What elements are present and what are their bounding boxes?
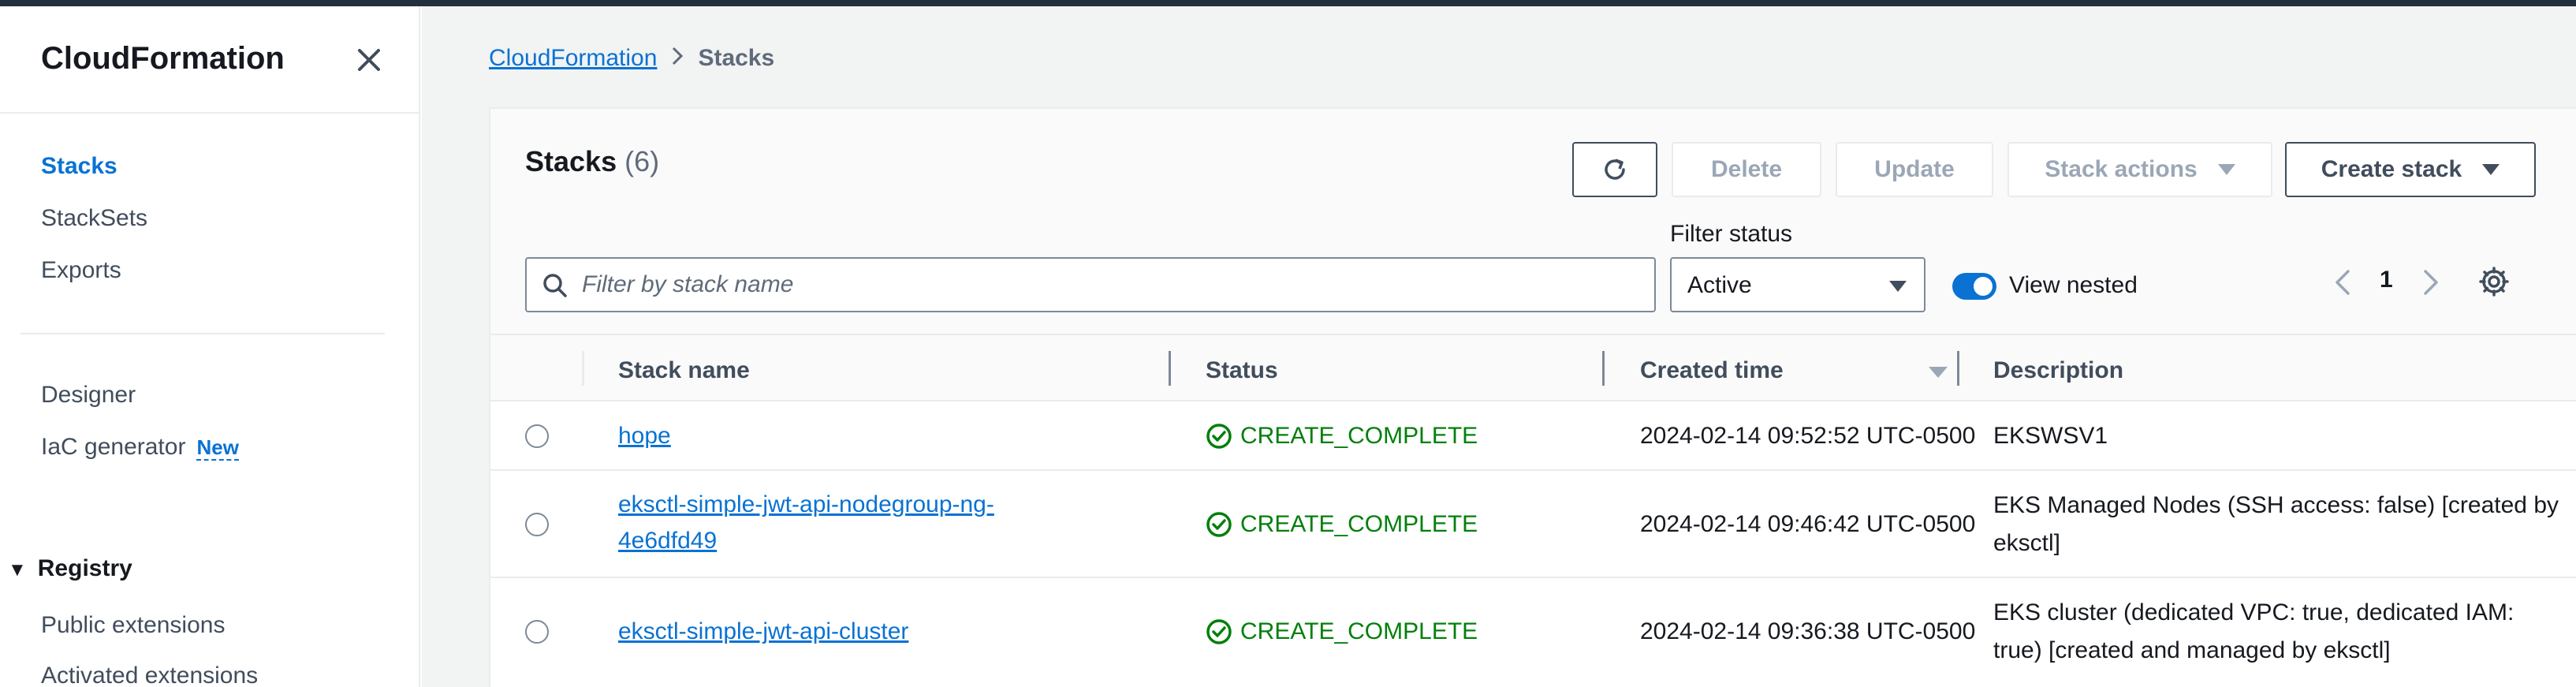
description: EKS Managed Nodes (SSH access: false) [c… bbox=[1993, 492, 2559, 556]
chevron-right-icon bbox=[669, 44, 685, 74]
column-header-created-time[interactable]: Created time bbox=[1640, 357, 1784, 384]
column-divider[interactable] bbox=[1957, 351, 1959, 386]
row-select-radio[interactable] bbox=[525, 424, 549, 448]
chevron-left-icon[interactable] bbox=[2328, 265, 2359, 300]
breadcrumb-link-cloudformation[interactable]: CloudFormation bbox=[489, 45, 657, 71]
caret-down-icon bbox=[2217, 164, 2235, 175]
sidebar-item-activated-extensions[interactable]: Activated extensions bbox=[41, 663, 258, 687]
status-text: CREATE_COMPLETE bbox=[1240, 423, 1478, 449]
sidebar-section-label: Registry bbox=[37, 555, 132, 581]
row-select-radio[interactable] bbox=[525, 620, 549, 644]
check-circle-icon bbox=[1206, 424, 1232, 449]
breadcrumb: CloudFormation Stacks bbox=[489, 44, 774, 74]
table-row: eksctl-simple-jwt-api-cluster CREATE_COM… bbox=[490, 578, 2576, 687]
created-time: 2024-02-14 09:52:52 UTC-0500 bbox=[1640, 423, 1976, 449]
toggle-knob bbox=[1974, 277, 1993, 296]
sort-descending-icon[interactable] bbox=[1929, 367, 1948, 378]
refresh-button[interactable] bbox=[1572, 142, 1657, 197]
created-time: 2024-02-14 09:36:38 UTC-0500 bbox=[1640, 618, 1976, 644]
side-navigation: CloudFormation Stacks StackSets Exports … bbox=[0, 6, 420, 687]
panel-header: Stacks (6) Delete Update Stack actions C… bbox=[490, 109, 2576, 335]
sidebar-item-stacks[interactable]: Stacks bbox=[41, 153, 117, 180]
caret-down-icon bbox=[2482, 164, 2500, 175]
status-badge: CREATE_COMPLETE bbox=[1206, 511, 1478, 538]
column-divider[interactable] bbox=[1602, 351, 1605, 386]
check-circle-icon bbox=[1206, 512, 1232, 537]
table-header: Stack name Status Created time Descripti… bbox=[490, 335, 2576, 401]
column-header-status[interactable]: Status bbox=[1206, 357, 1278, 384]
filter-status-select[interactable]: Active bbox=[1670, 257, 1925, 312]
filter-status-value: Active bbox=[1687, 272, 1752, 298]
refresh-icon bbox=[1605, 159, 1625, 180]
main-content: CloudFormation Stacks Stacks (6) Delete U… bbox=[422, 6, 2576, 687]
create-stack-label: Create stack bbox=[2321, 156, 2462, 182]
new-badge[interactable]: New bbox=[196, 435, 239, 461]
column-divider[interactable] bbox=[1169, 351, 1171, 386]
status-badge: CREATE_COMPLETE bbox=[1206, 423, 1478, 450]
status-badge: CREATE_COMPLETE bbox=[1206, 618, 1478, 645]
column-header-stack-name[interactable]: Stack name bbox=[618, 357, 750, 384]
sidebar-divider bbox=[21, 333, 385, 334]
top-bar bbox=[0, 0, 2576, 6]
sidebar-header: CloudFormation bbox=[0, 6, 419, 114]
breadcrumb-current: Stacks bbox=[698, 44, 775, 71]
status-text: CREATE_COMPLETE bbox=[1240, 511, 1478, 537]
stack-name-link[interactable]: hope bbox=[618, 418, 671, 454]
table-row: eksctl-simple-jwt-api-nodegroup-ng-4e6df… bbox=[490, 471, 2576, 578]
table-row: hope CREATE_COMPLETE 2024-02-14 09:52:52… bbox=[490, 401, 2576, 471]
stack-name-link[interactable]: eksctl-simple-jwt-api-cluster bbox=[618, 614, 908, 650]
created-time: 2024-02-14 09:46:42 UTC-0500 bbox=[1640, 511, 1976, 537]
search-field[interactable] bbox=[525, 257, 1656, 312]
sidebar-item-public-extensions[interactable]: Public extensions bbox=[41, 612, 225, 639]
view-nested-toggle[interactable] bbox=[1952, 273, 1996, 300]
description: EKS cluster (dedicated VPC: true, dedica… bbox=[1993, 599, 2514, 663]
stack-actions-label: Stack actions bbox=[2045, 156, 2198, 182]
caret-down-icon bbox=[1889, 281, 1907, 292]
stack-name-link[interactable]: eksctl-simple-jwt-api-nodegroup-ng-4e6df… bbox=[618, 487, 1060, 559]
column-divider bbox=[582, 351, 584, 386]
view-nested-label: View nested bbox=[2009, 272, 2138, 298]
close-icon[interactable] bbox=[352, 43, 386, 77]
sidebar-title: CloudFormation bbox=[41, 41, 285, 76]
status-text: CREATE_COMPLETE bbox=[1240, 618, 1478, 644]
description: EKSWSV1 bbox=[1993, 423, 2108, 449]
sidebar-item-iac-generator[interactable]: IaC generator New bbox=[41, 434, 239, 461]
gear-icon[interactable] bbox=[2476, 263, 2512, 300]
delete-button[interactable]: Delete bbox=[1672, 142, 1821, 197]
stacks-title-text: Stacks bbox=[525, 145, 617, 177]
sidebar-section-registry[interactable]: ▼ Registry bbox=[8, 555, 132, 582]
check-circle-icon bbox=[1206, 619, 1232, 644]
page-title: Stacks (6) bbox=[525, 145, 659, 178]
sidebar-item-stacksets[interactable]: StackSets bbox=[41, 205, 147, 232]
search-input[interactable] bbox=[582, 267, 1638, 303]
column-header-description[interactable]: Description bbox=[1993, 357, 2123, 384]
sidebar-item-label: IaC generator bbox=[41, 434, 186, 460]
stacks-panel: Stacks (6) Delete Update Stack actions C… bbox=[489, 107, 2576, 687]
stacks-count: (6) bbox=[624, 145, 660, 177]
row-select-radio[interactable] bbox=[525, 513, 549, 536]
filter-status-label: Filter status bbox=[1670, 221, 1793, 247]
chevron-right-icon[interactable] bbox=[2414, 265, 2446, 300]
sidebar-item-designer[interactable]: Designer bbox=[41, 382, 136, 409]
update-button[interactable]: Update bbox=[1836, 142, 1993, 197]
create-stack-button[interactable]: Create stack bbox=[2285, 142, 2536, 197]
caret-down-icon: ▼ bbox=[8, 559, 27, 581]
search-icon bbox=[543, 274, 567, 297]
sidebar-item-exports[interactable]: Exports bbox=[41, 257, 121, 284]
page-number[interactable]: 1 bbox=[2380, 267, 2393, 293]
stack-actions-button[interactable]: Stack actions bbox=[2007, 142, 2272, 197]
